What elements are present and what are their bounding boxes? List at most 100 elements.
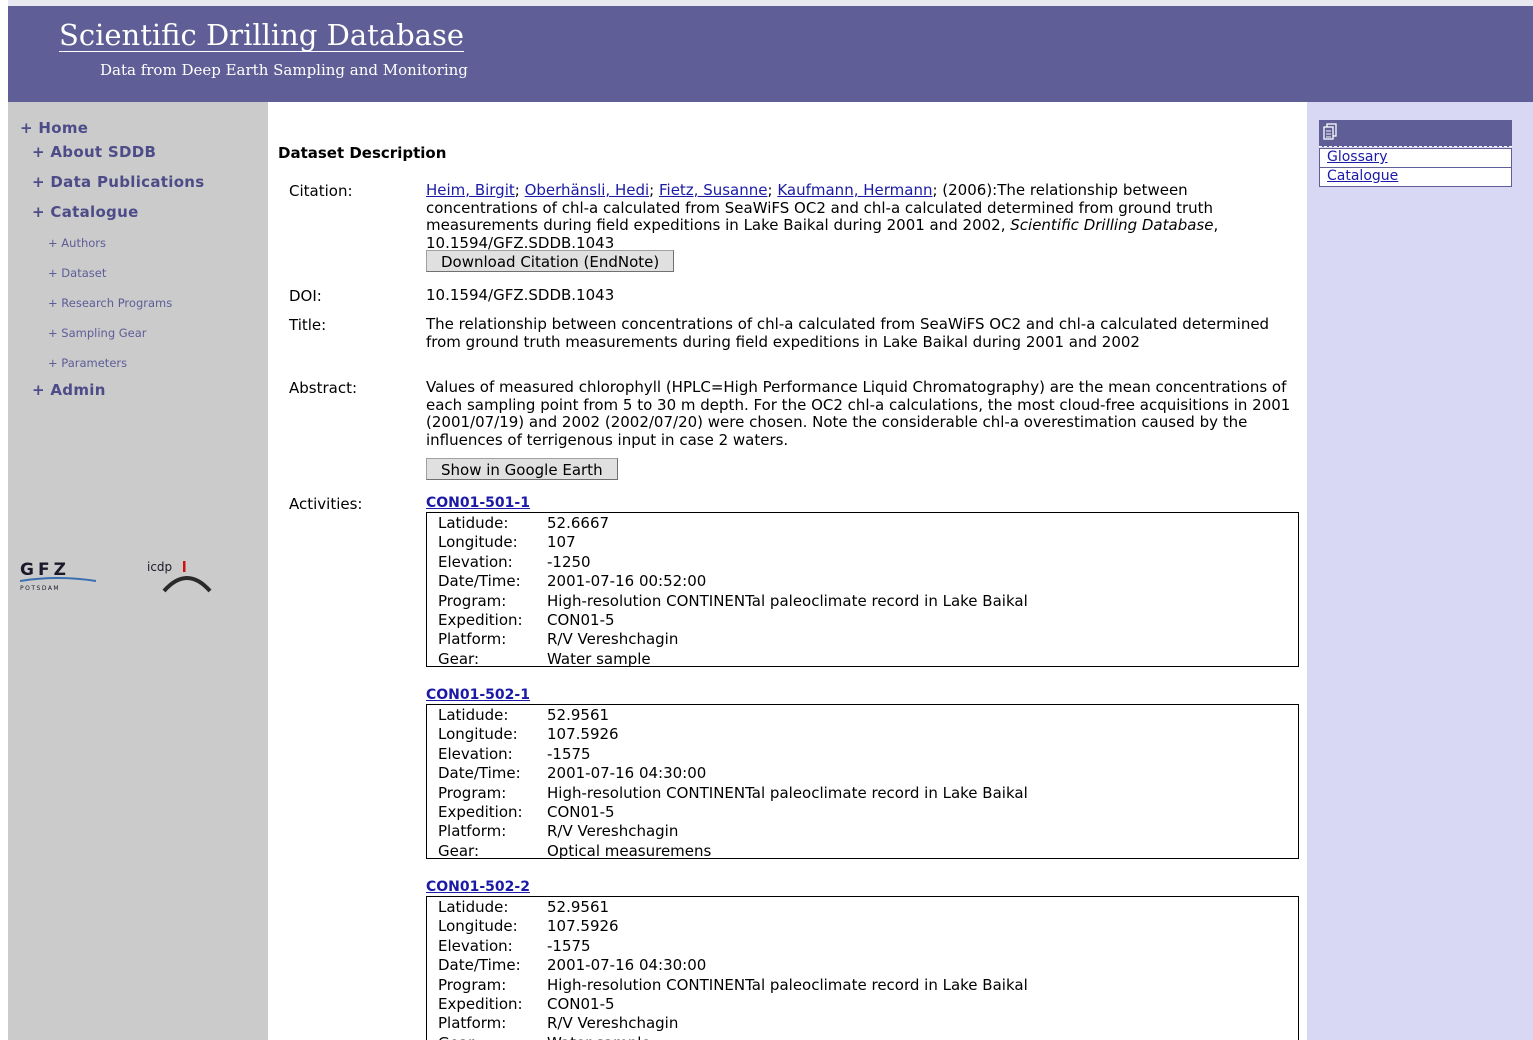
activity-field-row: Program: High-resolution CONTINENTal pale…: [438, 784, 1298, 803]
nav-home[interactable]: + Home: [20, 119, 88, 137]
left-sidebar: + Home + About SDDB + Data Publications …: [8, 102, 268, 1040]
nav-data-publications[interactable]: + Data Publications: [32, 173, 205, 191]
activity-link[interactable]: CON01-501-1: [426, 495, 530, 511]
nav-catalogue[interactable]: + Catalogue: [32, 203, 139, 221]
documents-icon: [1323, 123, 1337, 140]
activity-field-row: Latidude: 52.6667: [438, 514, 1298, 533]
doi-label: DOI:: [289, 287, 322, 305]
nav-sampling-gear[interactable]: + Sampling Gear: [48, 326, 147, 340]
activity-field-value: 107.5926: [547, 725, 619, 744]
activity-field-row: Platform: R/V Vereshchagin: [438, 822, 1298, 841]
activity-field-value: 2001-07-16 04:30:00: [547, 956, 707, 975]
tools-box-header: [1319, 120, 1512, 147]
svg-text:icdp: icdp: [147, 560, 172, 574]
activity-field-key: Expedition:: [438, 994, 523, 1013]
activity-field-key: Platform:: [438, 822, 507, 841]
author-link[interactable]: Fietz, Susanne: [659, 181, 768, 199]
activity-field-row: Platform: R/V Vereshchagin: [438, 630, 1298, 649]
activity-field-value: 2001-07-16 04:30:00: [547, 764, 707, 783]
author-link[interactable]: Kaufmann, Hermann: [777, 181, 932, 199]
citation-text: Heim, Birgit; Oberhänsli, Hedi; Fietz, S…: [426, 181, 1219, 252]
activity-field-key: Gear:: [438, 649, 480, 668]
activity-field-key: Elevation:: [438, 744, 513, 763]
gfz-logo[interactable]: GFZ POTSDAM: [20, 557, 100, 597]
activity-field-row: Program: High-resolution CONTINENTal pale…: [438, 976, 1298, 995]
svg-text:GFZ: GFZ: [20, 560, 70, 580]
google-earth-button[interactable]: Show in Google Earth: [426, 458, 618, 480]
activity-details-box: Latidude: 52.9561 Longitude: 107.5926 Elevat…: [426, 704, 1299, 861]
activity-field-value: -1250: [547, 552, 591, 571]
activity-field-key: Expedition:: [438, 610, 523, 629]
activity-field-row: Gear: Water sample: [438, 650, 1298, 669]
activity-field-value: R/V Vereshchagin: [547, 630, 679, 649]
activity-field-row: Program: High-resolution CONTINENTal pale…: [438, 592, 1298, 611]
nav-admin[interactable]: + Admin: [32, 381, 106, 399]
activity-field-key: Date/Time:: [438, 956, 521, 975]
activity-field-key: Date/Time:: [438, 764, 521, 783]
citation-journal: Scientific Drilling Database: [1010, 216, 1214, 234]
activity-field-key: Date/Time:: [438, 572, 521, 591]
abstract-value: Values of measured chlorophyll (HPLC=Hig…: [426, 378, 1291, 449]
activity-field-value: 52.9561: [547, 706, 610, 724]
activity-field-row: Gear: Optical measuremens: [438, 842, 1298, 861]
catalogue-link[interactable]: Catalogue: [1320, 167, 1511, 186]
activity-field-value: -1575: [547, 936, 591, 955]
citation-label: Citation:: [289, 182, 353, 200]
activity-field-value: 52.9561: [547, 898, 610, 916]
activity-field-value: 107.5926: [547, 917, 619, 936]
nav-research-programs[interactable]: + Research Programs: [48, 296, 172, 310]
download-citation-button[interactable]: Download Citation (EndNote): [426, 250, 675, 272]
activity-field-row: Date/Time: 2001-07-16 00:52:00: [438, 572, 1298, 591]
activity-details-box: Latidude: 52.9561 Longitude: 107.5926 Elevat…: [426, 896, 1299, 1040]
nav-authors[interactable]: + Authors: [48, 236, 106, 250]
activity-field-value: CON01-5: [547, 610, 615, 629]
activity-field-row: Latidude: 52.9561: [438, 706, 1298, 725]
tools-box: Glossary Catalogue: [1319, 120, 1512, 187]
nav-dataset[interactable]: + Dataset: [48, 266, 106, 280]
activity-field-key: Latidude:: [438, 898, 509, 916]
activity-field-row: Longitude: 107: [438, 533, 1298, 552]
activity-field-key: Longitude:: [438, 917, 518, 936]
site-header: Scientific Drilling Database Data from D…: [8, 0, 1533, 102]
section-title: Dataset Description: [278, 144, 447, 162]
activity-field-value: R/V Vereshchagin: [547, 822, 679, 841]
activity-link[interactable]: CON01-502-1: [426, 687, 530, 703]
activity-field-value: 2001-07-16 00:52:00: [547, 572, 707, 591]
activity-field-key: Latidude:: [438, 514, 509, 532]
activity-field-value: High-resolution CONTINENTal paleoclimate…: [547, 975, 1028, 994]
activity-field-key: Program:: [438, 591, 507, 610]
activity-field-key: Platform:: [438, 630, 507, 649]
window-frame-left: [0, 0, 8, 1040]
activity-field-row: Elevation: -1575: [438, 745, 1298, 764]
author-link[interactable]: Heim, Birgit: [426, 181, 515, 199]
activity-field-key: Program:: [438, 783, 507, 802]
nav-about-sddb[interactable]: + About SDDB: [32, 143, 156, 161]
activity-field-value: CON01-5: [547, 994, 615, 1013]
activity-field-key: Longitude:: [438, 533, 518, 552]
site-title-link[interactable]: Scientific Drilling Database: [59, 18, 464, 52]
activity-field-value: 107: [547, 533, 576, 552]
activity-field-value: High-resolution CONTINENTal paleoclimate…: [547, 783, 1028, 802]
activity-field-key: Gear:: [438, 1034, 479, 1040]
glossary-link[interactable]: Glossary: [1320, 149, 1511, 167]
tools-links: Glossary Catalogue: [1319, 148, 1512, 187]
author-link[interactable]: Oberhänsli, Hedi: [525, 181, 650, 199]
activity-link[interactable]: CON01-502-2: [426, 879, 530, 895]
main-content: Dataset Description Citation: Heim, Birg…: [268, 102, 1307, 1040]
right-sidebar: Glossary Catalogue: [1307, 102, 1533, 1040]
activity-field-row: Date/Time: 2001-07-16 04:30:00: [438, 764, 1298, 783]
activity-field-row: Longitude: 107.5926: [438, 917, 1298, 936]
activity-field-key: Program:: [438, 975, 507, 994]
activity-field-row: Latidude: 52.9561: [438, 898, 1298, 917]
activity-field-value: Optical measuremens: [547, 841, 712, 860]
partner-logos: GFZ POTSDAM icdp: [20, 557, 240, 602]
activity-field-key: Elevation:: [438, 552, 513, 571]
activity-field-value: High-resolution CONTINENTal paleoclimate…: [547, 591, 1028, 610]
icdp-logo[interactable]: icdp: [130, 557, 230, 597]
activity-field-value: -1575: [547, 744, 591, 763]
activity-field-row: Elevation: -1575: [438, 937, 1298, 956]
activity-field-value: Water sample: [547, 649, 651, 668]
activity-field-value: CON01-5: [547, 802, 615, 821]
nav-parameters[interactable]: + Parameters: [48, 356, 127, 370]
activity-field-row: Expedition: CON01-5: [438, 803, 1298, 822]
